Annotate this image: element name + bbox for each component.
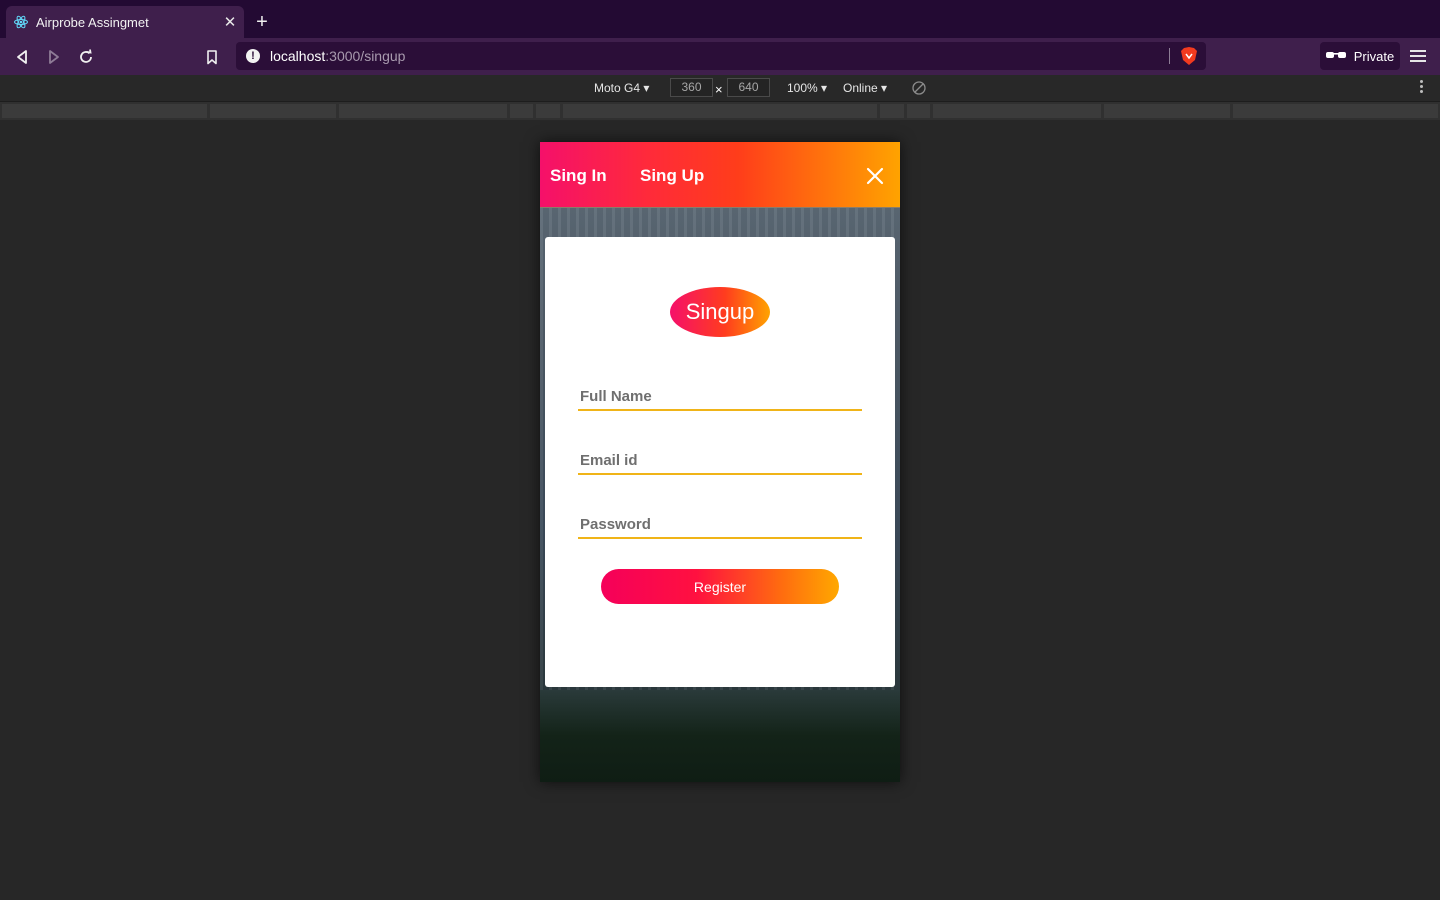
- address-bar[interactable]: ! localhost:3000/singup: [236, 42, 1206, 70]
- network-throttle-select[interactable]: Online ▾: [843, 81, 887, 95]
- device-name: Moto G4: [594, 81, 641, 95]
- private-window-button[interactable]: Private: [1320, 42, 1400, 70]
- hamburger-menu-icon[interactable]: [1410, 47, 1426, 65]
- site-info-icon[interactable]: !: [246, 49, 260, 63]
- viewport-width-input[interactable]: 360: [670, 78, 713, 97]
- device-toolbar: Moto G4 ▾ 360 × 640 100% ▾ Online ▾: [0, 75, 1440, 102]
- url-path: :3000/singup: [325, 48, 406, 64]
- network-value: Online: [843, 81, 878, 95]
- url-text[interactable]: localhost:3000/singup: [270, 48, 1206, 64]
- dimension-separator: ×: [715, 82, 723, 97]
- incognito-glasses-icon: [1325, 49, 1346, 64]
- close-icon[interactable]: [864, 165, 886, 187]
- reload-icon[interactable]: [75, 46, 97, 68]
- nav-signin-link[interactable]: Sing In: [550, 166, 607, 186]
- forward-icon[interactable]: [43, 46, 65, 68]
- url-host: localhost: [270, 48, 326, 64]
- app-header: Sing In Sing Up: [540, 142, 900, 208]
- more-options-icon[interactable]: [1418, 80, 1424, 96]
- fullname-input[interactable]: [578, 377, 862, 409]
- register-button[interactable]: Register: [601, 569, 839, 604]
- tab-strip: Airprobe Assingmet ✕ +: [0, 0, 1440, 38]
- viewport-height-input[interactable]: 640: [727, 78, 770, 97]
- browser-tab[interactable]: Airprobe Assingmet ✕: [6, 6, 244, 38]
- password-input[interactable]: [578, 505, 862, 537]
- nav-signup-link[interactable]: Sing Up: [640, 166, 704, 186]
- close-tab-icon[interactable]: ✕: [220, 12, 240, 32]
- password-field: [578, 505, 862, 539]
- rotate-icon[interactable]: [911, 80, 927, 96]
- signup-title-badge: Singup: [670, 287, 770, 337]
- email-field: [578, 441, 862, 475]
- background-image-bottom: [540, 690, 900, 782]
- signup-card: Singup Register: [545, 237, 895, 687]
- react-logo-icon: [14, 15, 28, 29]
- brave-shields-icon[interactable]: [1180, 46, 1198, 66]
- tab-title: Airprobe Assingmet: [36, 14, 149, 30]
- new-tab-icon[interactable]: +: [252, 12, 272, 32]
- device-select[interactable]: Moto G4 ▾: [594, 81, 649, 95]
- private-label: Private: [1353, 48, 1395, 64]
- email-input[interactable]: [578, 441, 862, 473]
- zoom-value: 100%: [787, 81, 818, 95]
- device-viewport: Sing In Sing Up Singup Register: [540, 142, 900, 782]
- zoom-select[interactable]: 100% ▾: [787, 81, 827, 95]
- url-divider: [1169, 48, 1170, 64]
- media-query-ruler: [0, 102, 1440, 120]
- bookmark-icon[interactable]: [201, 46, 223, 68]
- browser-toolbar: ! localhost:3000/singup Private: [0, 38, 1440, 75]
- fullname-field: [578, 377, 862, 411]
- back-icon[interactable]: [11, 46, 33, 68]
